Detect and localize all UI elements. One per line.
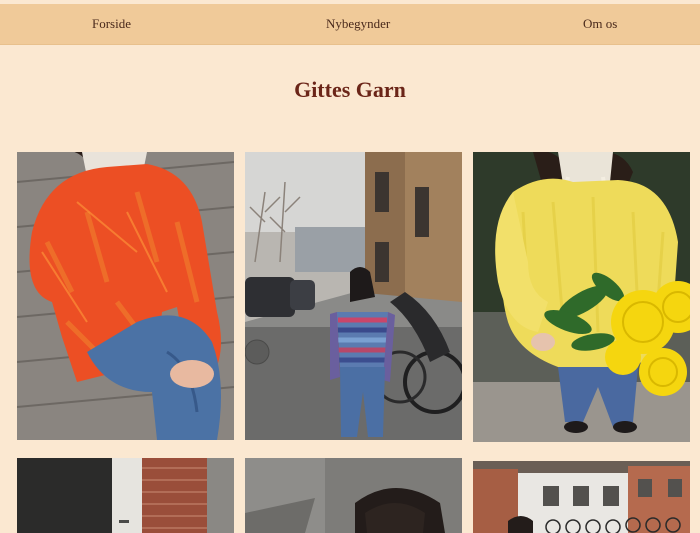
top-navigation: Forside Nybegynder Om os xyxy=(0,4,700,45)
nav-link-om-os[interactable]: Om os xyxy=(583,16,617,32)
yellow-sweater-flowers-photo[interactable] xyxy=(473,152,690,442)
orange-sweater-photo[interactable] xyxy=(17,152,234,440)
nav-link-nybegynder[interactable]: Nybegynder xyxy=(326,16,390,32)
storefront-photo[interactable] xyxy=(17,458,234,533)
street-portrait-photo[interactable] xyxy=(245,458,462,533)
page-title: Gittes Garn xyxy=(294,77,406,102)
nav-link-forside[interactable]: Forside xyxy=(92,16,131,32)
building-bikes-photo[interactable] xyxy=(473,461,690,533)
striped-sweater-street-photo[interactable] xyxy=(245,152,462,440)
